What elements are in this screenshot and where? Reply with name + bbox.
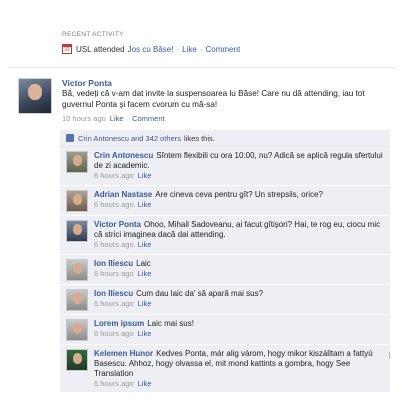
commenter-avatar[interactable] [66, 190, 88, 212]
post-text: Bă, vedeți că v-am dat invite la suspens… [62, 89, 365, 109]
commenter-avatar[interactable] [66, 289, 88, 311]
commenter-name[interactable]: Lorem ipsum [94, 319, 144, 328]
comment-item: Adrian Nastase Are cineva ceva pentru gît… [60, 186, 390, 216]
comments-section: Crin Antonescu and 342 others likes this… [60, 130, 390, 393]
post-author-name[interactable]: Victor Ponta [62, 78, 112, 88]
comment-item: Kelemen Hunor Kedves Ponta, már alig váro… [60, 345, 390, 393]
comment-time[interactable]: 6 hours ago [94, 299, 134, 308]
like-link[interactable]: Like [182, 45, 197, 54]
commenter-avatar[interactable] [66, 151, 88, 173]
likers-link[interactable]: Crin Antonescu and 342 others [78, 134, 181, 143]
page-edge-mark [389, 352, 390, 359]
post-comment-link[interactable]: Comment [132, 114, 165, 123]
comment-time[interactable]: 6 hours ago [94, 269, 134, 278]
separator-dot: · [126, 114, 130, 123]
divider [8, 67, 395, 68]
post-time[interactable]: 10 hours ago [62, 114, 106, 123]
separator-dot: · [176, 44, 180, 54]
comment-item: Lorem ipsum Laic mai sus! 6 hours ago Like [60, 315, 390, 345]
post-meta: 10 hours ago Like · Comment [62, 114, 165, 123]
comment-like-link[interactable]: Like [138, 379, 152, 388]
comment-time[interactable]: 6 hours ago [94, 200, 134, 209]
comment-like-link[interactable]: Like [138, 171, 152, 180]
comment-like-link[interactable]: Like [138, 200, 152, 209]
commenter-avatar[interactable] [66, 259, 88, 281]
comment-time[interactable]: 8 hours ago [94, 171, 134, 180]
comment-item: Crin Antonescu Sîntem flexibili cu ora 10… [60, 147, 390, 186]
commenter-avatar[interactable] [66, 319, 88, 341]
calendar-icon: 31 [62, 44, 72, 54]
comment-text: Are cineva ceva pentru gît? Un strepsils… [155, 190, 323, 199]
recent-activity-text: USL attended [76, 44, 125, 54]
comment-text: Cum dau laic da' să apară mai sus? [136, 289, 264, 298]
commenter-name[interactable]: Victor Ponta [94, 220, 141, 229]
commenter-name[interactable]: Crin Antonescu [94, 151, 153, 160]
likes-summary: Crin Antonescu and 342 others likes this… [60, 130, 390, 147]
post-like-link[interactable]: Like [110, 114, 124, 123]
commenter-avatar[interactable] [66, 220, 88, 242]
comment-link[interactable]: Comment [205, 45, 240, 54]
comment-item: Ion Iliescu Laic 6 hours ago Like [60, 255, 390, 285]
likes-suffix: likes this. [184, 133, 215, 143]
commenter-avatar[interactable] [66, 349, 88, 371]
commenter-name[interactable]: Ion Iliescu [94, 289, 133, 298]
comment-like-link[interactable]: Like [138, 299, 152, 308]
comment-time[interactable]: 6 hours ago [94, 329, 134, 338]
comment-like-link[interactable]: Like [138, 329, 152, 338]
post-author-avatar[interactable] [18, 78, 52, 114]
commenter-name[interactable]: Ion Iliescu [94, 259, 133, 268]
recent-activity-header: RECENT ACTIVITY [62, 31, 124, 38]
event-link[interactable]: Jos cu Băse! [128, 45, 174, 54]
comment-item: Ion Iliescu Cum dau laic da' să apară mai… [60, 285, 390, 315]
comment-like-link[interactable]: Like [138, 240, 152, 249]
comment-text: Laic [136, 259, 151, 268]
comment-time[interactable]: 6 hours ago [94, 240, 134, 249]
thumbs-up-icon [66, 134, 74, 142]
comment-like-link[interactable]: Like [138, 269, 152, 278]
commenter-name[interactable]: Kelemen Hunor [94, 349, 153, 358]
comment-item: Victor Ponta Ohoo, Mihail Sadoveanu, ai f… [60, 216, 390, 255]
separator-dot: · [199, 44, 203, 54]
recent-activity-item: 31 USL attended Jos cu Băse! · Like · Co… [62, 44, 240, 54]
commenter-name[interactable]: Adrian Nastase [94, 190, 152, 199]
comment-time[interactable]: 6 hours ago [94, 379, 134, 388]
comment-text: Laic mai sus! [147, 319, 194, 328]
